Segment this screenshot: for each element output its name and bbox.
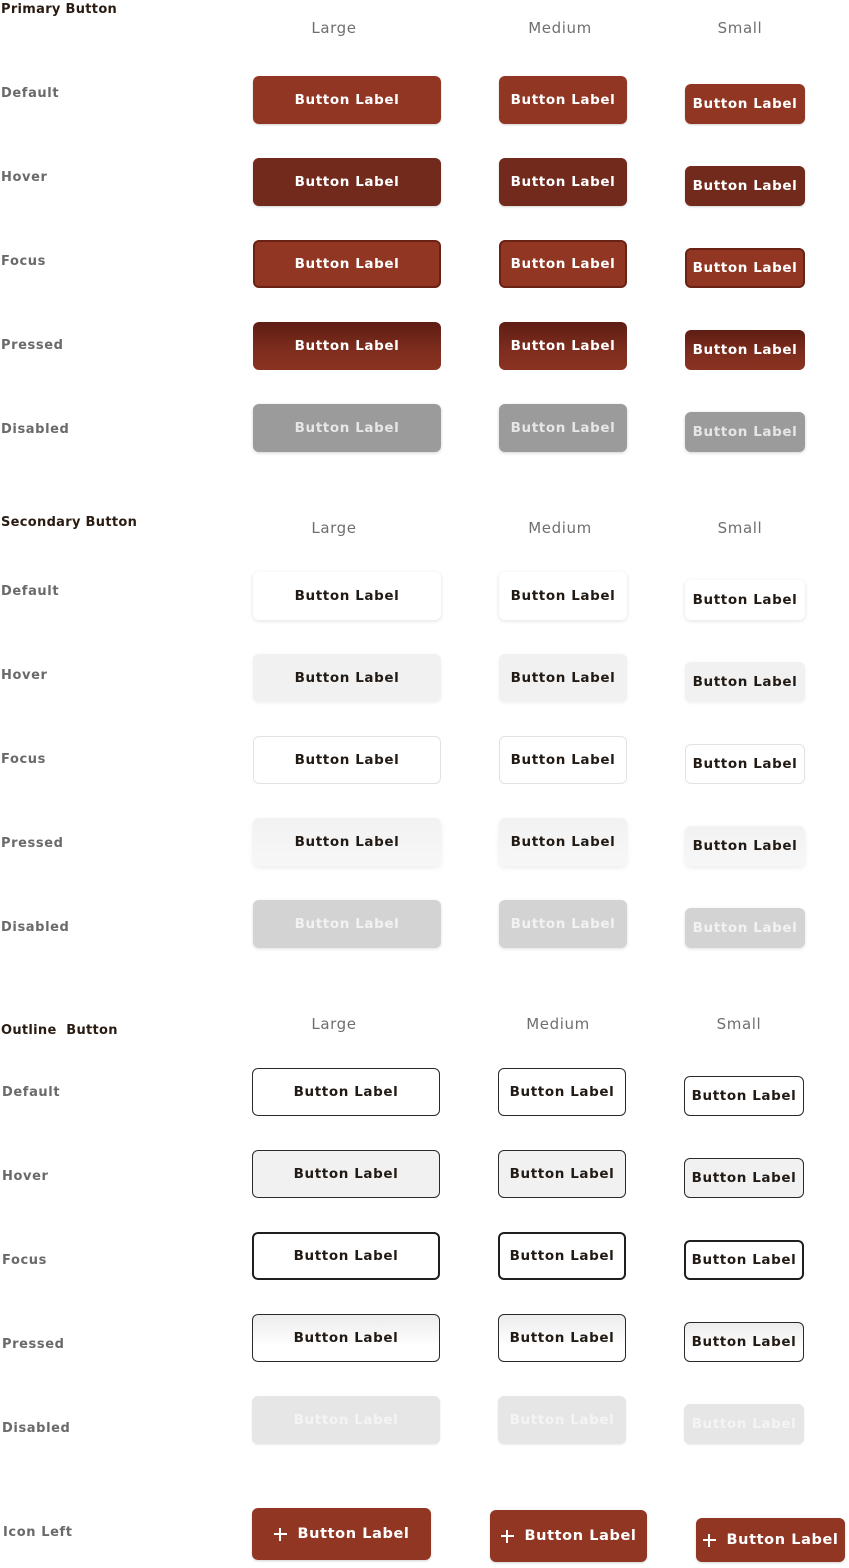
- primary-disabled-small-button: Button Label: [685, 412, 805, 452]
- secondary-col-small: Small: [717, 519, 763, 537]
- outline-default-medium-button[interactable]: Button Label: [498, 1068, 626, 1116]
- icon-left-medium-button[interactable]: Button Label: [490, 1510, 647, 1562]
- secondary-section-title: Secondary Button: [1, 515, 138, 530]
- primary-hover-medium-button[interactable]: Button Label: [499, 158, 627, 206]
- icon-left-medium-label: Button Label: [524, 1528, 637, 1544]
- outline-focus-medium-button[interactable]: Button Label: [498, 1232, 626, 1280]
- secondary-focus-small-button[interactable]: Button Label: [685, 744, 805, 784]
- secondary-row-hover: Hover: [1, 668, 48, 683]
- outline-pressed-large-button[interactable]: Button Label: [252, 1314, 440, 1362]
- primary-hover-large-button[interactable]: Button Label: [253, 158, 441, 206]
- outline-hover-large-button[interactable]: Button Label: [252, 1150, 440, 1198]
- outline-default-large-button[interactable]: Button Label: [252, 1068, 440, 1116]
- secondary-row-pressed: Pressed: [1, 836, 64, 851]
- primary-default-medium-button[interactable]: Button Label: [499, 76, 627, 124]
- outline-col-large: Large: [311, 1015, 357, 1033]
- primary-default-large-button[interactable]: Button Label: [253, 76, 441, 124]
- outline-row-hover: Hover: [2, 1169, 49, 1184]
- outline-hover-small-button[interactable]: Button Label: [684, 1158, 804, 1198]
- icon-left-row-label: Icon Left: [3, 1525, 73, 1540]
- primary-focus-medium-button[interactable]: Button Label: [499, 240, 627, 288]
- outline-disabled-medium-button: Button Label: [498, 1396, 626, 1444]
- outline-hover-medium-button[interactable]: Button Label: [498, 1150, 626, 1198]
- outline-section-title: Outline Button: [1, 1023, 118, 1038]
- secondary-hover-small-button[interactable]: Button Label: [685, 662, 805, 702]
- primary-pressed-medium-button[interactable]: Button Label: [499, 322, 627, 370]
- icon-left-small-button[interactable]: Button Label: [696, 1518, 845, 1562]
- primary-row-default: Default: [1, 86, 60, 101]
- primary-section-title: Primary Button: [1, 2, 118, 17]
- secondary-hover-medium-button[interactable]: Button Label: [499, 654, 627, 702]
- primary-pressed-large-button[interactable]: Button Label: [253, 322, 441, 370]
- secondary-disabled-small-button: Button Label: [685, 908, 805, 948]
- secondary-default-large-button[interactable]: Button Label: [253, 572, 441, 620]
- outline-row-disabled: Disabled: [2, 1421, 71, 1436]
- secondary-row-focus: Focus: [1, 752, 46, 767]
- primary-row-disabled: Disabled: [1, 422, 70, 437]
- primary-row-hover: Hover: [1, 170, 48, 185]
- primary-disabled-medium-button: Button Label: [499, 404, 627, 452]
- secondary-pressed-small-button[interactable]: Button Label: [685, 826, 805, 866]
- outline-row-default: Default: [2, 1085, 61, 1100]
- secondary-default-medium-button[interactable]: Button Label: [499, 572, 627, 620]
- outline-pressed-small-button[interactable]: Button Label: [684, 1322, 804, 1362]
- outline-row-focus: Focus: [2, 1253, 47, 1268]
- secondary-pressed-large-button[interactable]: Button Label: [253, 818, 441, 866]
- outline-pressed-medium-button[interactable]: Button Label: [498, 1314, 626, 1362]
- secondary-row-default: Default: [1, 584, 60, 599]
- primary-col-medium: Medium: [528, 19, 592, 37]
- secondary-hover-large-button[interactable]: Button Label: [253, 654, 441, 702]
- outline-row-pressed: Pressed: [2, 1337, 65, 1352]
- primary-pressed-small-button[interactable]: Button Label: [685, 330, 805, 370]
- outline-col-small: Small: [716, 1015, 762, 1033]
- outline-disabled-large-button: Button Label: [252, 1396, 440, 1444]
- secondary-disabled-medium-button: Button Label: [499, 900, 627, 948]
- primary-col-small: Small: [717, 19, 763, 37]
- secondary-row-disabled: Disabled: [1, 920, 70, 935]
- icon-left-large-label: Button Label: [297, 1526, 410, 1542]
- primary-row-pressed: Pressed: [1, 338, 64, 353]
- primary-hover-small-button[interactable]: Button Label: [685, 166, 805, 206]
- secondary-focus-large-button[interactable]: Button Label: [253, 736, 441, 784]
- outline-col-medium: Medium: [526, 1015, 590, 1033]
- icon-left-small-label: Button Label: [726, 1532, 839, 1548]
- outline-focus-small-button[interactable]: Button Label: [684, 1240, 804, 1280]
- secondary-col-medium: Medium: [528, 519, 592, 537]
- plus-icon: [702, 1533, 716, 1547]
- primary-row-focus: Focus: [1, 254, 46, 269]
- primary-focus-large-button[interactable]: Button Label: [253, 240, 441, 288]
- outline-focus-large-button[interactable]: Button Label: [252, 1232, 440, 1280]
- plus-icon: [500, 1529, 514, 1543]
- primary-disabled-large-button: Button Label: [253, 404, 441, 452]
- plus-icon: [273, 1527, 287, 1541]
- primary-col-large: Large: [311, 19, 357, 37]
- primary-default-small-button[interactable]: Button Label: [685, 84, 805, 124]
- secondary-default-small-button[interactable]: Button Label: [685, 580, 805, 620]
- secondary-disabled-large-button: Button Label: [253, 900, 441, 948]
- secondary-pressed-medium-button[interactable]: Button Label: [499, 818, 627, 866]
- outline-default-small-button[interactable]: Button Label: [684, 1076, 804, 1116]
- primary-focus-small-button[interactable]: Button Label: [685, 248, 805, 288]
- icon-left-large-button[interactable]: Button Label: [252, 1508, 431, 1560]
- secondary-focus-medium-button[interactable]: Button Label: [499, 736, 627, 784]
- outline-disabled-small-button: Button Label: [684, 1404, 804, 1444]
- secondary-col-large: Large: [311, 519, 357, 537]
